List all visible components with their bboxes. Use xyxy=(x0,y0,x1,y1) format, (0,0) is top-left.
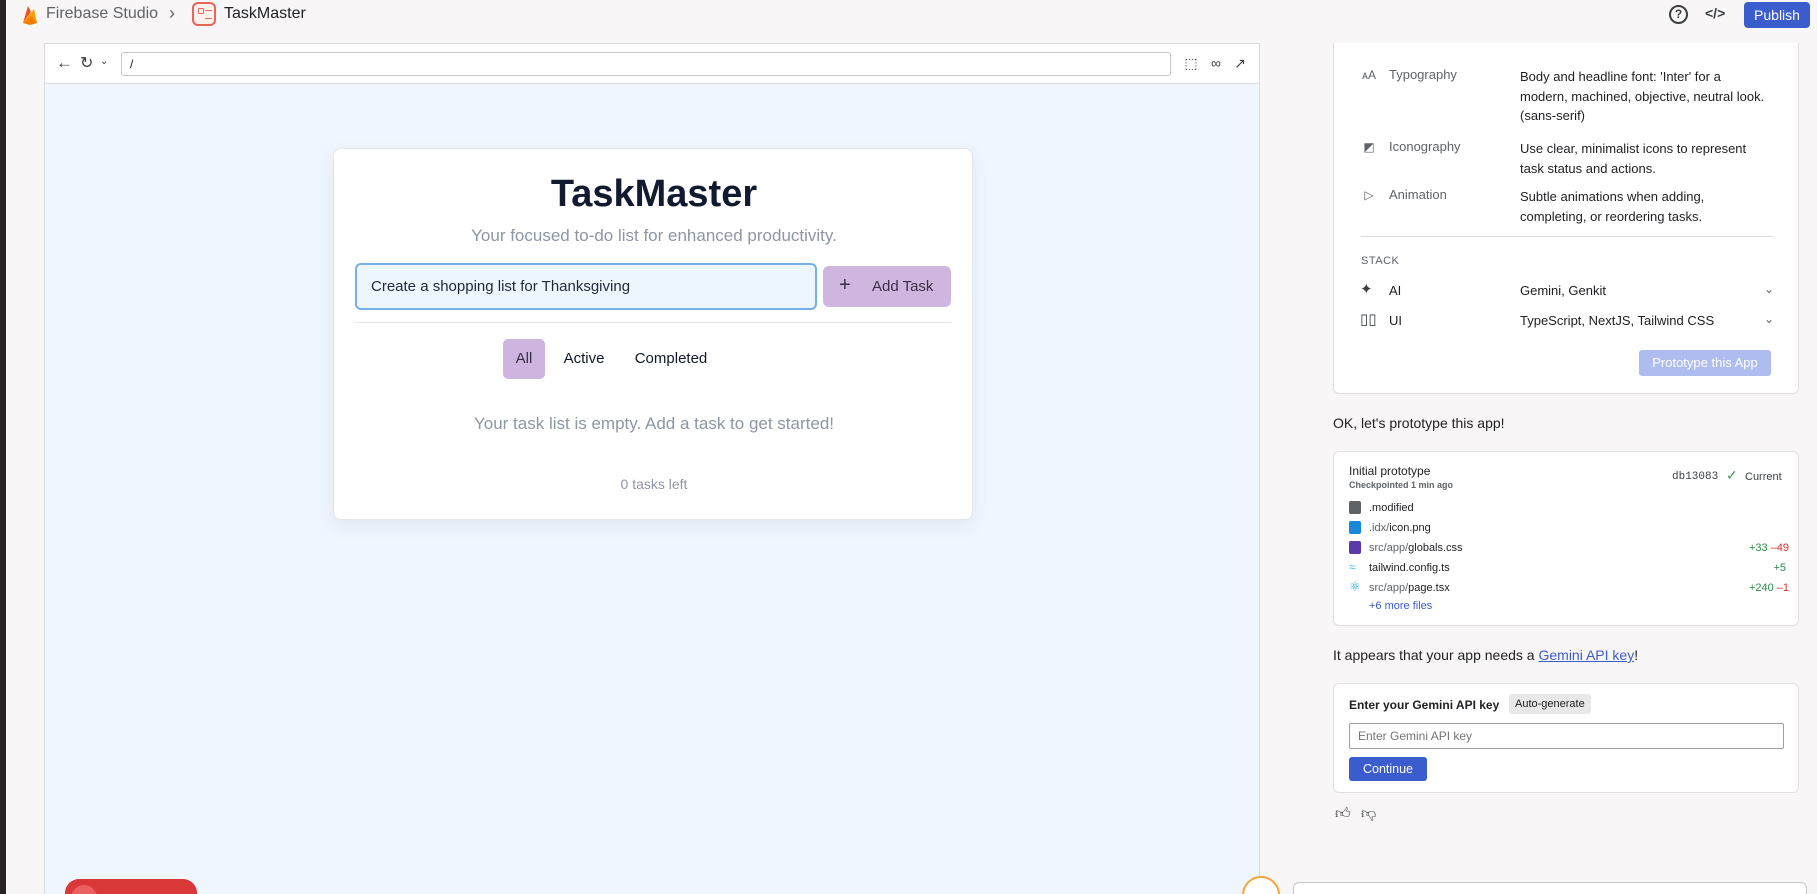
gemini-api-key-link[interactable]: Gemini API key xyxy=(1538,647,1634,663)
brand-name[interactable]: Firebase Studio xyxy=(46,5,158,23)
app-list-icon xyxy=(192,2,216,26)
file-icon xyxy=(1349,501,1361,514)
file-path: tailwind.config.ts xyxy=(1369,562,1450,574)
file-path: src/app/page.tsx xyxy=(1369,582,1450,594)
url-input[interactable] xyxy=(121,52,1171,76)
window-edge xyxy=(0,0,6,894)
stack-value-ai: Gemini, Genkit xyxy=(1520,283,1606,298)
chat-input[interactable] xyxy=(1293,882,1807,894)
code-view-icon[interactable]: </> xyxy=(1705,5,1725,21)
diff-stats: +240 –1 xyxy=(1748,582,1789,594)
chevron-down-icon[interactable]: ⌄ xyxy=(100,56,108,67)
issues-pill-button[interactable] xyxy=(65,879,197,894)
project-name[interactable]: TaskMaster xyxy=(224,5,306,23)
feature-label: Iconography xyxy=(1389,139,1461,154)
react-icon: ⚛ xyxy=(1349,579,1361,594)
image-file-icon xyxy=(1349,521,1361,534)
empty-state-message: Your task list is empty. Add a task to g… xyxy=(473,414,834,433)
divider xyxy=(355,322,951,323)
open-external-icon[interactable]: ↗ xyxy=(1231,54,1249,72)
reload-icon[interactable]: ↻ xyxy=(80,53,93,73)
chat-message: It appears that your app needs a Gemini … xyxy=(1333,647,1639,663)
top-bar: Firebase Studio › TaskMaster ? </> Publi… xyxy=(6,0,1817,30)
app-title: TaskMaster xyxy=(550,173,758,215)
filter-completed[interactable]: Completed xyxy=(626,339,716,379)
iconography-icon: ◩ xyxy=(1363,140,1375,154)
file-row[interactable]: src/app/globals.css +33 –49 xyxy=(1349,540,1789,558)
preview-pane: ← ↻ ⌄ ⬚ ∞ ↗ TaskMaster Your focused to-d… xyxy=(44,43,1260,894)
link-icon[interactable]: ∞ xyxy=(1207,54,1225,72)
select-element-icon[interactable]: ⬚ xyxy=(1182,54,1200,72)
feature-label: Animation xyxy=(1389,187,1447,202)
file-path: .modified xyxy=(1369,502,1414,514)
stack-label-ui: UI xyxy=(1389,313,1402,328)
prototype-app-button[interactable]: Prototype this App xyxy=(1639,350,1771,376)
checkpoint-status: Current xyxy=(1745,471,1782,483)
file-path: .idx/icon.png xyxy=(1369,522,1431,534)
add-task-label: Add Task xyxy=(872,278,934,295)
publish-button[interactable]: Publish xyxy=(1744,2,1810,28)
file-row[interactable]: .idx/icon.png xyxy=(1349,520,1789,538)
task-input[interactable] xyxy=(355,263,817,310)
file-row[interactable]: ⚛ src/app/page.tsx +240 –1 xyxy=(1349,580,1789,598)
chat-message: OK, let's prototype this app! xyxy=(1333,415,1505,431)
back-arrow-icon[interactable]: ← xyxy=(56,53,73,73)
app-subtitle: Your focused to-do list for enhanced pro… xyxy=(471,226,837,245)
file-row[interactable]: ≈ tailwind.config.ts +5 xyxy=(1349,560,1789,578)
breadcrumb-separator: › xyxy=(169,3,175,23)
filter-active[interactable]: Active xyxy=(554,339,614,379)
checkpoint-card: Initial prototype Checkpointed 1 min ago… xyxy=(1333,451,1799,626)
stack-value-ui: TypeScript, NextJS, Tailwind CSS xyxy=(1520,313,1715,328)
chevron-down-icon[interactable]: ⌄ xyxy=(1764,312,1774,326)
checkpoint-subtitle: Checkpointed 1 min ago xyxy=(1349,480,1454,490)
thumbs-down-icon[interactable]: 👎︎ xyxy=(1361,805,1376,823)
diff-stats: +5 xyxy=(1773,562,1786,574)
feature-label: Typography xyxy=(1389,67,1457,82)
filter-all[interactable]: All xyxy=(503,339,545,379)
chevron-down-icon[interactable]: ⌄ xyxy=(1764,282,1774,296)
feature-description: Use clear, minimalist icons to represent… xyxy=(1520,141,1747,176)
preview-url-bar: ← ↻ ⌄ ⬚ ∞ ↗ xyxy=(45,44,1259,84)
stack-heading: STACK xyxy=(1361,255,1400,267)
tasks-left-count: 0 tasks left xyxy=(620,476,688,492)
more-files-link[interactable]: +6 more files xyxy=(1369,600,1432,612)
sparkle-icon: ✦ xyxy=(1360,281,1373,298)
typography-icon: ᴀA xyxy=(1362,68,1376,82)
tailwind-icon: ≈ xyxy=(1349,560,1356,574)
animation-icon: ▷ xyxy=(1364,188,1374,202)
help-icon[interactable]: ? xyxy=(1669,5,1688,24)
firebase-logo-icon xyxy=(23,6,37,25)
api-key-label: Enter your Gemini API key xyxy=(1349,698,1500,712)
checkpoint-title: Initial prototype xyxy=(1349,464,1431,478)
file-row[interactable]: .modified xyxy=(1349,500,1789,518)
layout-icon: ▯▯ xyxy=(1360,311,1377,328)
add-task-button[interactable]: + Add Task xyxy=(823,266,951,307)
thumbs-up-icon[interactable]: 👍︎ xyxy=(1335,805,1351,823)
auto-generate-button[interactable]: Auto-generate xyxy=(1509,694,1591,714)
plus-icon: + xyxy=(839,274,851,296)
file-path: src/app/globals.css xyxy=(1369,542,1463,554)
commit-hash[interactable]: db13083 xyxy=(1672,471,1718,483)
continue-button[interactable]: Continue xyxy=(1349,757,1427,781)
taskmaster-card: TaskMaster Your focused to-do list for e… xyxy=(333,148,973,520)
divider xyxy=(1361,236,1773,237)
css-file-icon xyxy=(1349,541,1361,554)
app-blueprint-card: ᴀA Typography Body and headline font: 'I… xyxy=(1333,43,1799,394)
api-key-card: Enter your Gemini API key Auto-generate … xyxy=(1333,683,1799,793)
check-icon: ✓ xyxy=(1726,467,1738,483)
api-key-input[interactable] xyxy=(1349,723,1784,749)
feature-description: Subtle animations when adding, completin… xyxy=(1520,189,1705,224)
diff-stats: +33 –49 xyxy=(1748,542,1789,554)
feature-description: Body and headline font: 'Inter' for a mo… xyxy=(1520,69,1765,123)
stack-label-ai: AI xyxy=(1389,283,1402,298)
